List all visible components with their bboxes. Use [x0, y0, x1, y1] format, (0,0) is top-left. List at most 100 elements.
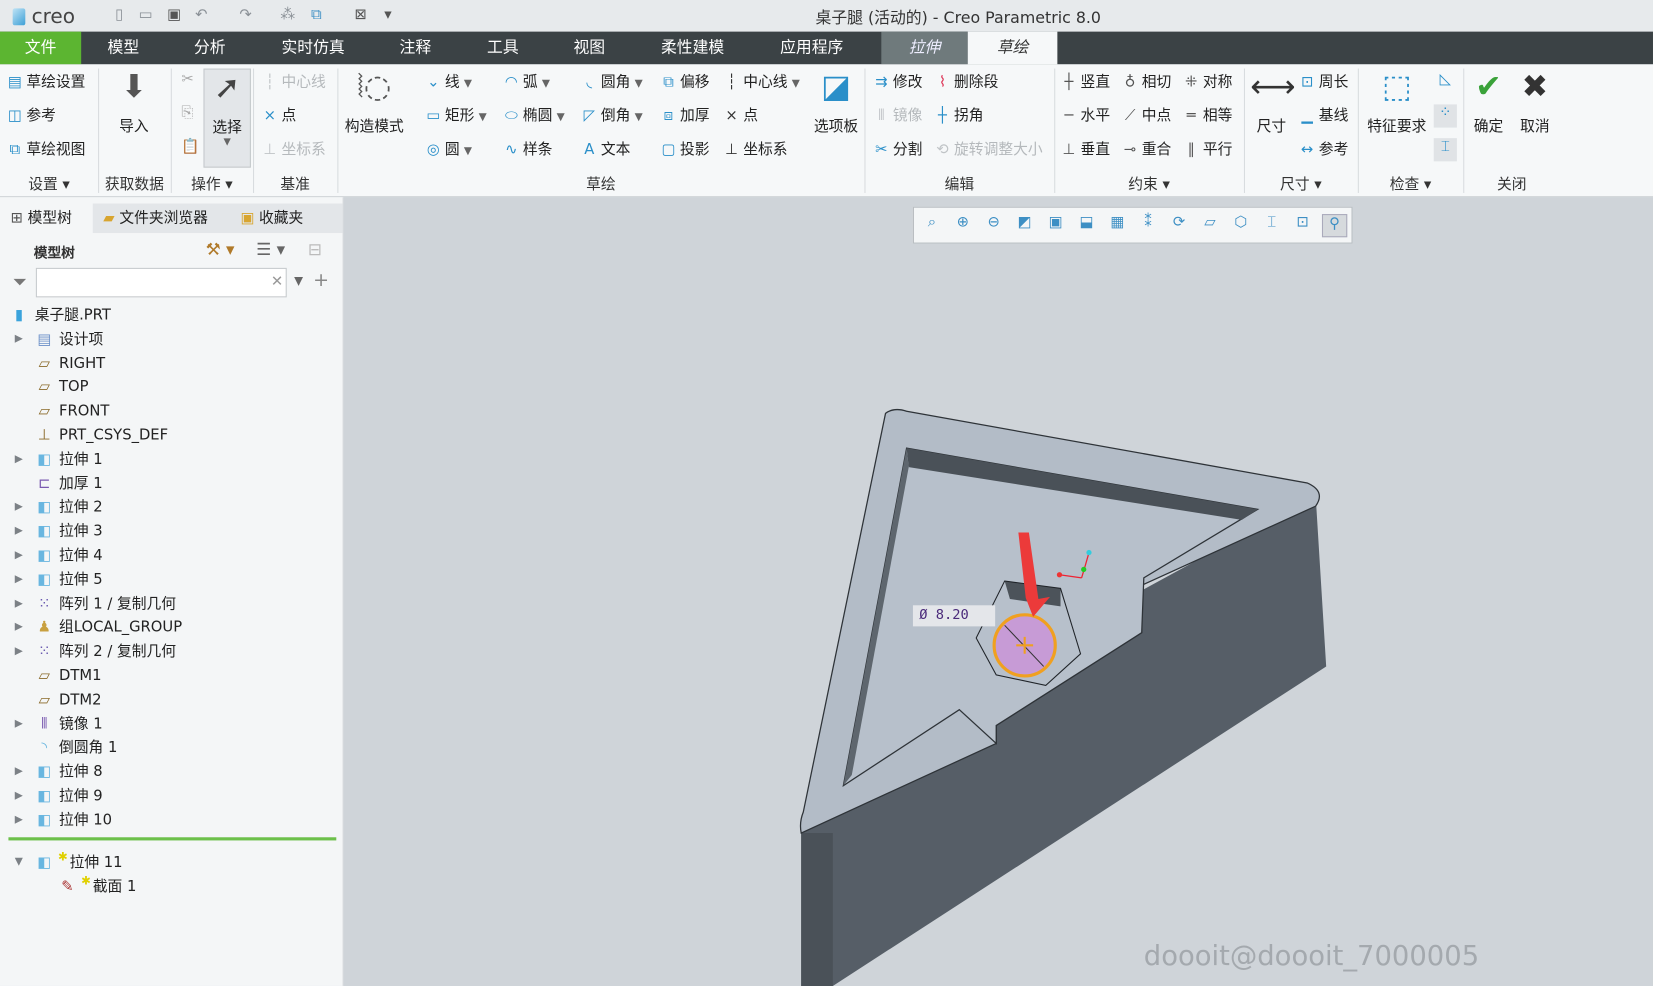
tab-simulation[interactable]: 实时仿真 — [272, 32, 354, 65]
tab-extrude[interactable]: 拉伸 — [881, 31, 968, 65]
overlap-icon[interactable]: ◺ — [1434, 71, 1457, 94]
tree-item[interactable]: ▶ ◧ 拉伸 4 — [0, 544, 343, 567]
chevron-down-icon[interactable]: ▼ — [464, 78, 472, 90]
ribbon-item-ribbon-edit-col1-0[interactable]: ⇉ 修改 — [873, 71, 922, 92]
ribbon-item-ribbon-setup-2[interactable]: ⧉ 草绘视图 — [6, 138, 85, 159]
chevron-down-icon[interactable]: ▼ — [542, 78, 550, 90]
ribbon-item-ribbon-sketch-col4-2[interactable]: ▢ 投影 — [660, 138, 709, 159]
paste-icon[interactable]: 📋 — [181, 138, 199, 155]
ribbon-item-ribbon-constrain-col2-1[interactable]: ⟋ 中点 — [1122, 104, 1171, 125]
import-button[interactable]: ⬇ 导入 — [109, 69, 160, 136]
chevron-down-icon[interactable]: ▼ — [557, 112, 565, 124]
tree-item[interactable]: ▶ ◧ 拉伸 8 — [0, 760, 343, 783]
tree-item[interactable]: ▱ DTM1 — [0, 664, 343, 687]
expand-arrow-icon[interactable]: ▶ — [15, 496, 23, 519]
graphics-viewport[interactable]: ⌕ ⊕ ⊖ ◩ ▣ ⬓ ▦ ⁑ ⟳ ▱ ⬡ ⌶ ⊡ ⚲ Ø 8.20 doooit@doooit_7000… — [343, 197, 1653, 986]
construction-mode-button[interactable]: ⦚◌ 构造模式 — [344, 69, 405, 136]
ribbon-item-ribbon-constrain-col3-2[interactable]: ∥ 平行 — [1183, 138, 1233, 159]
tree-item[interactable]: ▶ ◧ 拉伸 3 — [0, 520, 343, 543]
copy-icon[interactable]: ⎘ — [181, 104, 193, 121]
tree-item[interactable]: ⊏ 加厚 1 — [0, 472, 343, 495]
ribbon-item-ribbon-sketch-col3-2[interactable]: A 文本 — [581, 138, 630, 159]
chevron-down-icon[interactable]: ▼ — [792, 78, 800, 90]
search-dropdown-icon[interactable]: ▼ — [294, 274, 303, 288]
ribbon-item-ribbon-constrain-col3-1[interactable]: ═ 相等 — [1183, 104, 1233, 125]
ribbon-item-ribbon-sketch-col4-1[interactable]: ⧈ 加厚 — [660, 104, 710, 125]
ribbon-item-ribbon-setup-1[interactable]: ◫ 参考 — [6, 104, 56, 125]
ribbon-item-ribbon-sketch-col5-2[interactable]: ⊥ 坐标系 — [723, 138, 787, 159]
ribbon-item-ribbon-edit-col1-2[interactable]: ✂ 分割 — [873, 138, 922, 159]
feature-requirements-button[interactable]: ⬚ 特征要求 — [1364, 69, 1429, 136]
clear-search-icon[interactable]: ✕ — [271, 273, 283, 290]
expand-arrow-icon[interactable]: ▶ — [15, 760, 23, 783]
palette-button[interactable]: ◪ 选项板 — [810, 69, 863, 136]
expand-arrow-icon[interactable]: ▶ — [15, 520, 23, 543]
tree-item[interactable]: ▶ ◧ 拉伸 10 — [0, 809, 343, 832]
tree-item[interactable]: ✎ ✱ 截面 1 — [0, 874, 343, 898]
tab-annotate[interactable]: 注释 — [387, 32, 444, 65]
ribbon-item-ribbon-dimension-items-0[interactable]: ⊡ 周长 — [1299, 71, 1348, 92]
ribbon-item-ribbon-constrain-col1-1[interactable]: ─ 水平 — [1061, 104, 1111, 125]
tree-item[interactable]: ▶ ⁙ 阵列 2 / 复制几何 — [0, 640, 343, 663]
tree-item[interactable]: ▶ ♟ 组LOCAL_GROUP — [0, 616, 343, 639]
diameter-dimension[interactable]: Ø 8.20 — [912, 605, 996, 627]
tree-filter-icon[interactable]: ⊟ — [308, 239, 322, 259]
ribbon-item-ribbon-sketch-col5-0[interactable]: ┆ 中心线 ▼ — [723, 71, 800, 92]
insert-here-marker[interactable] — [8, 837, 337, 841]
tree-item[interactable]: ◝ 倒圆角 1 — [0, 736, 343, 759]
tree-item[interactable]: ▶ ▤ 设计项 — [0, 328, 343, 351]
ribbon-item-ribbon-constrain-col1-2[interactable]: ⊥ 垂直 — [1061, 138, 1111, 159]
group-label[interactable]: 操作 ▾ — [171, 173, 253, 194]
ok-button[interactable]: ✔ 确定 — [1467, 69, 1509, 136]
ribbon-item-ribbon-sketch-col2-1[interactable]: ⬭ 椭圆 ▼ — [503, 104, 565, 125]
expand-arrow-icon[interactable]: ▶ — [15, 712, 23, 735]
expand-arrow-icon[interactable]: ▼ — [15, 851, 23, 874]
ribbon-item-ribbon-setup-0[interactable]: ▤ 草绘设置 — [6, 71, 86, 92]
ribbon-item-ribbon-edit-col2-0[interactable]: ⌇ 删除段 — [934, 71, 998, 92]
dimension-button[interactable]: ⟷ 尺寸 — [1250, 69, 1295, 136]
ribbon-item-ribbon-constrain-col2-0[interactable]: ♁ 相切 — [1122, 71, 1172, 92]
tab-sketch[interactable]: 草绘 — [967, 31, 1058, 65]
chevron-down-icon[interactable]: ▼ — [635, 78, 643, 90]
ribbon-item-ribbon-sketch-col4-0[interactable]: ⧉ 偏移 — [660, 71, 709, 92]
ribbon-item-ribbon-dimension-items-1[interactable]: ▁ 基线 — [1299, 104, 1349, 125]
shade-closed-icon[interactable]: ⌶ — [1433, 138, 1457, 162]
ribbon-item-ribbon-constrain-col2-2[interactable]: ⊸ 重合 — [1122, 138, 1171, 159]
expand-arrow-icon[interactable]: ▶ — [15, 616, 23, 639]
ribbon-item-ribbon-sketch-col2-2[interactable]: ∿ 样条 — [503, 138, 552, 159]
group-label[interactable]: 约束 ▾ — [1054, 173, 1244, 194]
expand-arrow-icon[interactable]: ▶ — [15, 568, 23, 591]
chevron-down-icon[interactable]: ▼ — [479, 112, 487, 124]
tab-file[interactable]: 文件 — [0, 31, 82, 65]
tab-applications[interactable]: 应用程序 — [771, 32, 853, 65]
tab-tools[interactable]: 工具 — [474, 32, 531, 65]
tab-view[interactable]: 视图 — [561, 32, 618, 65]
tab-analysis[interactable]: 分析 — [181, 32, 238, 65]
ribbon-item-ribbon-datum-1[interactable]: × 点 — [261, 104, 297, 125]
expand-arrow-icon[interactable]: ▶ — [15, 640, 23, 663]
tab-folder-browser[interactable]: ▰ 文件夹浏览器 — [95, 204, 216, 234]
cut-icon[interactable]: ✂ — [181, 71, 193, 88]
ribbon-item-ribbon-datum-2[interactable]: ⊥ 坐标系 — [261, 138, 325, 159]
ribbon-item-ribbon-sketch-col1-1[interactable]: ▭ 矩形 ▼ — [425, 104, 487, 125]
ribbon-item-ribbon-edit-col2-1[interactable]: ┼ 拐角 — [934, 104, 984, 125]
ribbon-item-ribbon-constrain-col3-0[interactable]: ⁜ 对称 — [1183, 71, 1232, 92]
chevron-down-icon[interactable]: ▼ — [464, 146, 472, 158]
tree-item[interactable]: ▶ ⫴ 镜像 1 — [0, 712, 343, 735]
tree-item[interactable]: ▶ ◧ 拉伸 1 — [0, 448, 343, 471]
tree-item[interactable]: ▱ DTM2 — [0, 688, 343, 711]
select-button[interactable]: ➚ 选择 ▼ — [203, 68, 251, 168]
expand-arrow-icon[interactable]: ▶ — [15, 448, 23, 471]
group-label[interactable]: 设置 ▾ — [0, 173, 98, 194]
tab-flexible-modeling[interactable]: 柔性建模 — [651, 32, 733, 65]
tab-favorites[interactable]: ▣ 收藏夹 — [232, 204, 312, 234]
tree-item[interactable]: ▶ ◧ 拉伸 9 — [0, 785, 343, 808]
cancel-button[interactable]: ✖ 取消 — [1514, 69, 1556, 136]
tree-item[interactable]: ▶ ◧ 拉伸 5 — [0, 568, 343, 591]
tree-search-input[interactable] — [35, 267, 287, 298]
tree-item[interactable]: ▶ ◧ 拉伸 2 — [0, 496, 343, 519]
ribbon-item-ribbon-edit-col1-1[interactable]: ⫴ 镜像 — [873, 104, 922, 125]
tree-item[interactable]: ▼ ◧ ✱ 拉伸 11 — [0, 850, 343, 874]
chevron-down-icon[interactable]: ▼ — [635, 112, 643, 124]
ribbon-item-ribbon-sketch-col3-0[interactable]: ◟ 圆角 ▼ — [581, 71, 643, 92]
